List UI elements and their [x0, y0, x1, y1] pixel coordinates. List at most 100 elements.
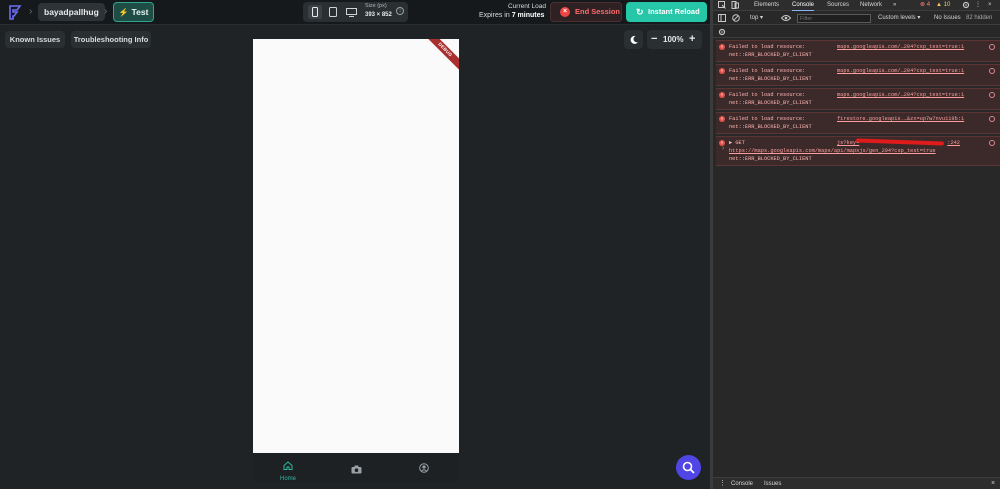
info-icon[interactable]: i — [396, 7, 404, 15]
close-devtools-icon[interactable]: × — [988, 1, 992, 10]
error-icon: ⊗ — [920, 2, 926, 8]
device-toolbar-icon[interactable] — [731, 1, 739, 9]
console-error-entry[interactable]: × Failed to load resource: net::ERR_BLOC… — [716, 64, 1000, 86]
reload-icon: ↻ — [636, 7, 644, 17]
error-source-link[interactable]: firestore.googleapis.…&zx=up7w7nvu119b:1 — [837, 115, 964, 123]
desktop-device-button[interactable] — [344, 5, 358, 19]
tab-console[interactable]: Console — [792, 1, 815, 11]
account-icon — [419, 463, 429, 473]
console-error-entry[interactable]: × Failed to load resource: net::ERR_BLOC… — [716, 112, 1000, 134]
gear-icon[interactable] — [962, 1, 970, 9]
context-selector[interactable]: top ▾ — [750, 14, 763, 23]
flutterflow-logo-icon[interactable] — [6, 3, 24, 21]
tab-elements[interactable]: Elements — [754, 1, 779, 10]
search-fab-button[interactable] — [676, 455, 701, 480]
console-settings-gear-icon[interactable] — [718, 28, 726, 36]
tablet-icon — [329, 7, 337, 17]
inspect-element-icon[interactable] — [718, 1, 726, 9]
console-error-entry[interactable]: × ▶ GET https://maps.googleapis.com/maps… — [716, 136, 1000, 166]
console-settings-row — [713, 26, 1000, 38]
size-value: 393 × 852 — [365, 12, 392, 18]
ai-explain-icon[interactable] — [989, 68, 995, 74]
end-session-button[interactable]: × End Session — [550, 2, 622, 22]
error-net-code: net::ERR_BLOCKED_BY_CLIENT — [729, 100, 812, 106]
home-icon — [283, 461, 293, 470]
ai-explain-icon[interactable] — [989, 44, 995, 50]
error-icon: × — [719, 116, 725, 122]
known-issues-button[interactable]: Known Issues — [5, 31, 65, 48]
ai-explain-icon[interactable] — [989, 116, 995, 122]
drawer-close-icon[interactable]: × — [991, 478, 995, 489]
devtools-panel: Elements Console Sources Network » ⊗ 4 ▲… — [710, 0, 1000, 489]
dark-mode-toggle[interactable] — [624, 30, 643, 49]
debug-banner: DEBUG — [423, 39, 459, 72]
drawer-tab-console[interactable]: Console — [731, 479, 753, 489]
sidebar-toggle-icon[interactable] — [718, 14, 726, 22]
zoom-level: 100% — [663, 35, 684, 44]
top-bar: › bayadpallhug › ⚡ Test Size (px) 393 × 8… — [0, 0, 710, 25]
request-url-link[interactable]: https://maps.googleapis.com/maps/api/map… — [729, 147, 980, 155]
test-mode-button[interactable]: ⚡ Test — [113, 2, 154, 22]
error-icon: × — [719, 68, 725, 74]
phone-icon — [312, 7, 318, 17]
warning-icon: ▲ — [936, 2, 942, 8]
expires-prefix: Expires in — [479, 12, 512, 19]
device-preview[interactable]: DEBUG Home — [253, 39, 459, 482]
zoom-out-button[interactable]: − — [651, 30, 657, 49]
console-prompt[interactable]: › — [721, 145, 725, 153]
error-count-badge[interactable]: ⊗ 4 — [920, 1, 930, 10]
error-source-link[interactable]: maps.googleapis.com/…204?csp_test=true:1 — [837, 67, 964, 75]
troubleshooting-info-button[interactable]: Troubleshooting Info — [71, 31, 151, 48]
console-error-entry[interactable]: × Failed to load resource: net::ERR_BLOC… — [716, 88, 1000, 110]
ai-explain-icon[interactable] — [989, 92, 995, 98]
error-net-code: net::ERR_BLOCKED_BY_CLIENT — [729, 124, 812, 130]
error-icon: × — [719, 92, 725, 98]
warning-count: 10 — [943, 2, 951, 8]
desktop-icon — [345, 7, 357, 17]
console-messages: × Failed to load resource: net::ERR_BLOC… — [716, 40, 1000, 168]
issues-status[interactable]: No Issues — [934, 14, 961, 23]
hidden-messages-count: 82 hidden — [966, 15, 993, 21]
devtools-tab-bar: Elements Console Sources Network » ⊗ 4 ▲… — [713, 0, 1000, 11]
console-error-entry[interactable]: × Failed to load resource: net::ERR_BLOC… — [716, 40, 1000, 62]
zoom-control: − 100% + — [647, 30, 702, 49]
nav-item-account[interactable] — [409, 460, 439, 478]
instant-reload-button[interactable]: ↻ Instant Reload — [626, 2, 707, 22]
app-area: › bayadpallhug › ⚡ Test Size (px) 393 × 8… — [0, 0, 710, 489]
drawer-tab-issues[interactable]: Issues — [764, 479, 781, 489]
error-source-link[interactable]: maps.googleapis.com/…204?csp_test=true:1 — [837, 91, 964, 99]
error-net-code: net::ERR_BLOCKED_BY_CLIENT — [729, 156, 812, 162]
nav-item-camera[interactable] — [341, 461, 371, 479]
project-name-chip[interactable]: bayadpallhug — [38, 3, 105, 21]
ai-explain-icon[interactable] — [989, 140, 995, 146]
expires-text: Expires in 7 minutes — [479, 12, 544, 19]
size-label: Size (px) — [365, 3, 387, 9]
more-tabs-button[interactable]: » — [893, 1, 896, 10]
console-toolbar: top ▾ Custom levels ▾ No Issues 82 hidde… — [713, 12, 1000, 25]
drawer-menu-icon[interactable]: ⋮ — [719, 479, 726, 489]
eye-icon[interactable] — [781, 14, 791, 22]
devtools-drawer: ⋮ Console Issues × — [713, 477, 1000, 489]
current-load-title: Current Load — [508, 3, 546, 10]
close-circle-icon: × — [560, 7, 570, 17]
more-options-icon[interactable]: ⋮ — [975, 1, 981, 10]
instant-reload-label: Instant Reload — [648, 7, 700, 16]
expires-value: 7 minutes — [511, 12, 545, 19]
console-filter-input[interactable] — [797, 14, 871, 23]
breadcrumb-separator: › — [29, 6, 33, 17]
error-icon: × — [719, 44, 725, 50]
tab-network[interactable]: Network — [860, 1, 882, 10]
phone-device-button[interactable] — [308, 5, 322, 19]
log-levels-dropdown[interactable]: Custom levels ▾ — [878, 14, 920, 23]
error-source-link[interactable]: maps.googleapis.com/…204?csp_test=true:1 — [837, 43, 964, 51]
bolt-icon: ⚡ — [118, 8, 129, 17]
error-count: 4 — [926, 2, 931, 8]
zoom-in-button[interactable]: + — [689, 30, 695, 49]
warning-count-badge[interactable]: ▲ 10 — [936, 1, 950, 10]
tab-sources[interactable]: Sources — [827, 1, 849, 10]
nav-item-home[interactable]: Home — [273, 457, 303, 482]
tablet-device-button[interactable] — [326, 5, 340, 19]
breadcrumb-separator: › — [104, 6, 108, 17]
device-selector — [303, 2, 408, 22]
clear-console-icon[interactable] — [732, 14, 740, 22]
